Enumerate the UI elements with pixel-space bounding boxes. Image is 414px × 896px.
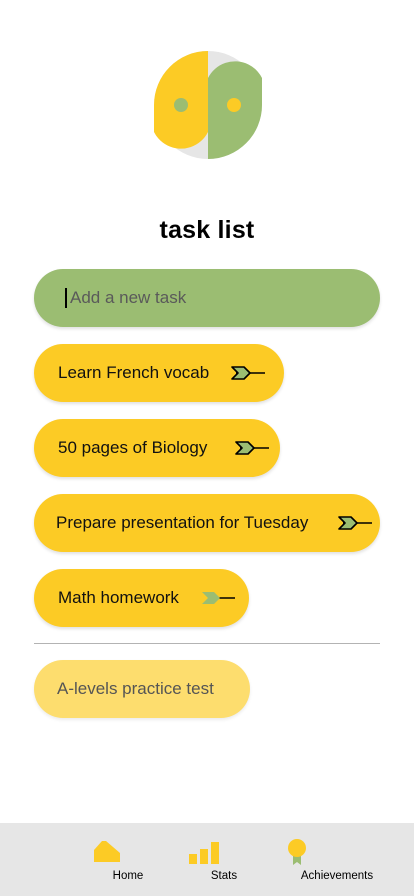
- arrow-icon[interactable]: [337, 514, 373, 532]
- task-item[interactable]: 50 pages of Biology: [34, 419, 280, 477]
- yin-yang-logo: [154, 51, 262, 159]
- completed-task-item[interactable]: A-levels practice test: [34, 660, 250, 718]
- arrow-icon[interactable]: [234, 439, 270, 457]
- new-task-input[interactable]: [70, 288, 350, 308]
- home-icon: [94, 841, 120, 862]
- task-label: A-levels practice test: [57, 679, 214, 698]
- new-task-field[interactable]: [34, 269, 380, 327]
- achievement-badge-icon: [288, 839, 306, 865]
- arrow-icon[interactable]: [230, 364, 266, 382]
- text-cursor: [65, 288, 67, 308]
- stats-icon: [189, 842, 219, 864]
- nav-label: Stats: [210, 870, 238, 882]
- task-list-screen: task list Learn French vocab 50 pages of…: [0, 0, 414, 896]
- bottom-nav: Home Stats Achievements: [0, 823, 414, 896]
- task-label: Prepare presentation for Tuesday: [56, 513, 309, 532]
- nav-home[interactable]: Home: [86, 823, 143, 896]
- nav-label: Home: [112, 870, 144, 882]
- nav-achievements[interactable]: Achievements: [257, 823, 373, 896]
- task-label: Learn French vocab: [58, 363, 210, 382]
- task-label: Math homework: [58, 588, 179, 607]
- nav-stats[interactable]: Stats: [184, 823, 237, 896]
- arrow-icon[interactable]: [200, 589, 236, 607]
- task-item[interactable]: Math homework: [34, 569, 249, 627]
- nav-label: Achievements: [300, 870, 374, 882]
- task-label: 50 pages of Biology: [58, 438, 208, 457]
- page-title: task list: [159, 216, 255, 244]
- task-item[interactable]: Learn French vocab: [34, 344, 284, 402]
- task-item[interactable]: Prepare presentation for Tuesday: [34, 494, 380, 552]
- completed-divider: [34, 643, 380, 644]
